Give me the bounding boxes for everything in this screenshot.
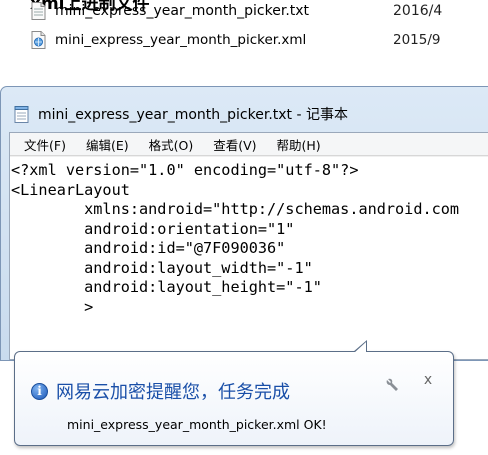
menu-format[interactable]: 格式(O) (129, 135, 194, 154)
notepad-client: 文件(F) 编辑(E) 格式(O) 查看(V) 帮助(H) <?xml vers… (9, 132, 488, 360)
editor-line: android:orientation="1" (11, 219, 295, 238)
menu-view[interactable]: 查看(V) (193, 135, 256, 154)
text-editor[interactable]: <?xml version="1.0" encoding="utf-8"?> <L… (10, 157, 488, 359)
notepad-icon (13, 105, 30, 123)
xml-file-icon (30, 31, 47, 49)
file-row-xml[interactable]: mini_express_year_month_picker.xml 2015/… (30, 29, 488, 51)
balloon-tail-inner (354, 342, 366, 353)
file-date: 2015/9 (393, 32, 441, 48)
file-row-txt[interactable]: mini_express_year_month_picker.txt 2016/… (30, 0, 488, 22)
editor-line: <?xml version="1.0" encoding="utf-8"?> (11, 161, 359, 179)
menu-edit[interactable]: 编辑(E) (66, 135, 129, 154)
wrench-icon[interactable] (385, 377, 399, 393)
menu-help[interactable]: 帮助(H) (257, 135, 321, 154)
file-name: mini_express_year_month_picker.xml (55, 32, 307, 48)
notepad-window: mini_express_year_month_picker.txt - 记事本… (0, 86, 488, 361)
file-name: mini_express_year_month_picker.txt (55, 3, 310, 19)
file-date: 2016/4 (393, 3, 443, 19)
window-title: mini_express_year_month_picker.txt - 记事本 (38, 107, 348, 123)
editor-line: android:id="@7F090036" (11, 239, 286, 257)
menu-file[interactable]: 文件(F) (10, 135, 66, 154)
editor-line: xmlns:android="http://schemas.android.co… (11, 200, 460, 218)
window-title-bar[interactable]: mini_express_year_month_picker.txt - 记事本 (13, 103, 348, 125)
editor-line: android:layout_height="-1" (11, 278, 322, 296)
editor-line: android:layout_width="-1" (11, 258, 313, 277)
close-icon[interactable]: x (420, 372, 436, 392)
editor-line: <LinearLayout (11, 180, 130, 199)
notification-message: mini_express_year_month_picker.xml OK! (67, 417, 327, 432)
notification-header: i 网易云加密提醒您，任务完成 (31, 378, 290, 404)
info-icon: i (31, 382, 48, 400)
notification-balloon[interactable]: i 网易云加密提醒您，任务完成 x mini_express_year_mont… (14, 340, 454, 446)
notification-title: 网易云加密提醒您，任务完成 (56, 382, 290, 403)
menu-bar: 文件(F) 编辑(E) 格式(O) 查看(V) 帮助(H) (10, 133, 488, 156)
editor-line: > (11, 297, 94, 316)
text-file-icon (30, 2, 47, 20)
